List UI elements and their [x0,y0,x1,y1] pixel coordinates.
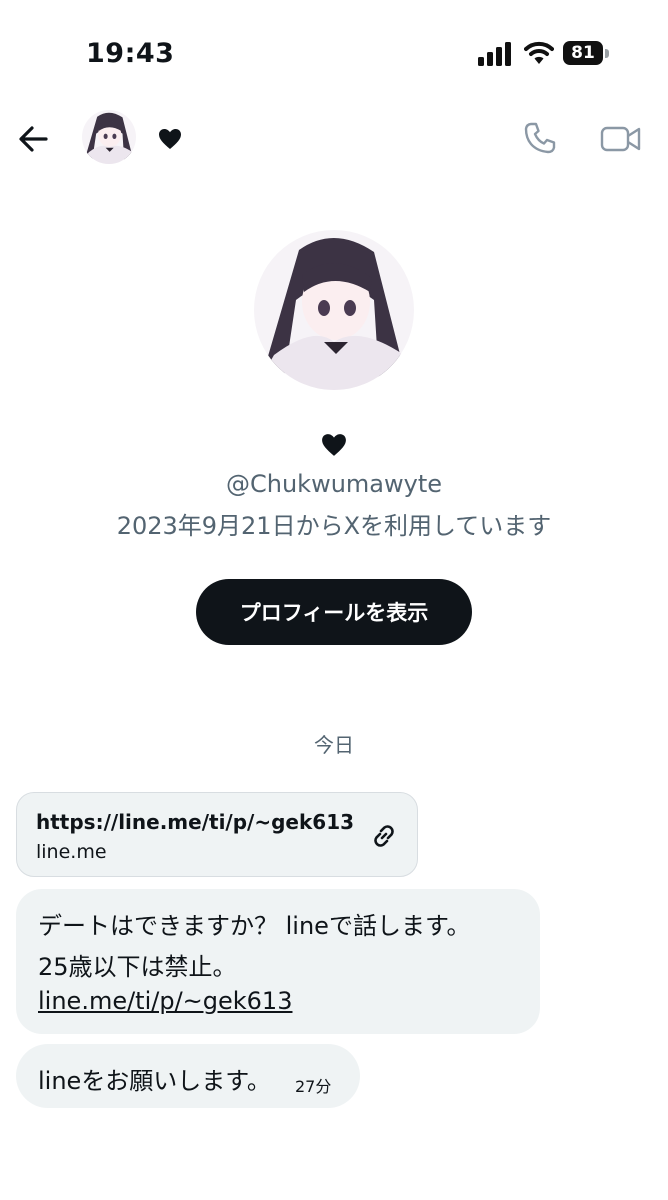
view-profile-button[interactable]: プロフィールを表示 [196,579,472,645]
message-timestamp: 27分 [295,1077,332,1096]
message-text: lineをお願いします。 [38,1067,271,1095]
cellular-signal-icon [478,42,511,66]
link-preview-card[interactable]: https://line.me/ti/p/~gek613 line.me [16,792,418,877]
avatar-image [82,110,136,164]
link-icon [374,825,394,847]
link-url: https://line.me/ti/p/~gek613 [36,810,355,834]
message-bubble: デートはできますか？ lineで話します。 25歳以下は禁止。 line.me/… [16,889,540,1034]
message-text: 25歳以下は禁止。 [38,953,237,981]
phone-icon[interactable] [522,120,558,156]
battery-level: 81 [571,43,595,63]
message-text: デートはできますか？ lineで話します。 [38,912,471,940]
arrow-left-icon[interactable] [16,122,50,156]
battery-indicator: 81 [563,41,611,67]
heart-icon [322,434,346,456]
profile-handle: @Chukwumawyte [225,470,442,498]
link-domain: line.me [36,841,107,863]
date-separator: 今日 [314,733,354,757]
status-time: 19:43 [86,38,175,69]
message-bubble: lineをお願いします。 27分 [16,1044,360,1108]
profile-avatar[interactable] [254,230,414,390]
profile-avatar-image [254,230,414,390]
video-camera-icon[interactable] [600,122,642,156]
avatar[interactable] [82,110,136,164]
message-link[interactable]: line.me/ti/p/~gek613 [38,987,292,1015]
joined-date: 2023年9月21日からXを利用しています [116,512,552,540]
heart-icon [159,129,181,149]
wifi-icon [524,41,554,64]
